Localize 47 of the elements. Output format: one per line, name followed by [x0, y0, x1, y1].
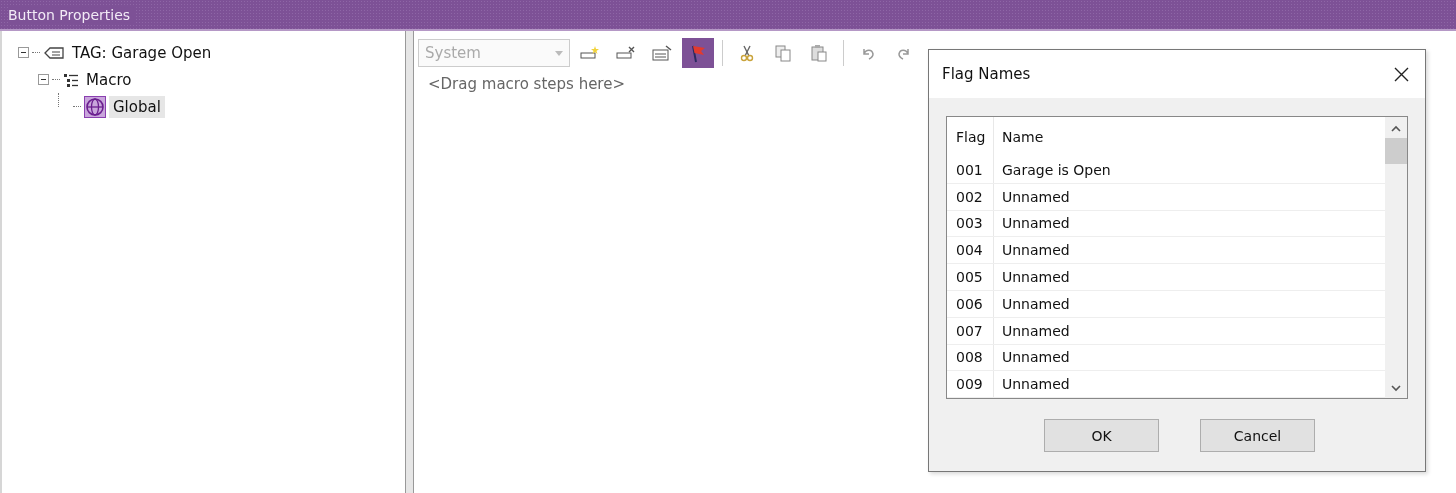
copy-icon	[774, 44, 792, 62]
list-icon	[63, 71, 79, 88]
column-header[interactable]: Flag	[947, 117, 994, 157]
table-cell: 002	[947, 183, 994, 210]
dialog-title: Flag Names	[942, 65, 1031, 83]
collapse-toggle[interactable]	[18, 47, 29, 58]
scroll-down-icon	[1391, 385, 1401, 392]
add-item-icon	[580, 45, 600, 61]
table-cell-text: Unnamed	[1001, 295, 1070, 312]
table-cell-text: Unnamed	[1001, 269, 1070, 286]
column-header[interactable]: Name	[994, 129, 1044, 145]
table-cell: 005	[947, 264, 994, 290]
scissors-icon	[739, 44, 755, 62]
table-cell-text: Unnamed	[1001, 215, 1070, 232]
table-cell: 008	[947, 344, 994, 371]
dialog-button[interactable]: Cancel	[1200, 419, 1315, 452]
table-cell-text: Unnamed	[1001, 376, 1070, 393]
table-cell: 006	[947, 291, 994, 317]
tree-item[interactable]: Macro	[82, 68, 136, 91]
tree-item[interactable]: Global	[109, 95, 165, 118]
tree-item[interactable]: TAG: Garage Open	[68, 41, 216, 64]
dialog-button[interactable]: OK	[1044, 419, 1159, 452]
scroll-thumb[interactable]	[1385, 138, 1407, 164]
clipboard-icon	[810, 44, 828, 62]
close-icon	[1394, 66, 1409, 82]
drop-hint: <Drag macro steps here>	[427, 74, 626, 95]
table-cell-text: Unnamed	[1001, 349, 1070, 366]
remove-item-icon	[616, 45, 636, 61]
scrollbar[interactable]	[1385, 117, 1407, 398]
tag-icon	[43, 45, 65, 60]
globe-icon	[84, 95, 106, 118]
table-cell: 007	[947, 317, 994, 344]
table-cell-text: Unnamed	[1001, 242, 1070, 259]
collapse-toggle[interactable]	[38, 74, 49, 85]
table-cell: 004	[947, 237, 994, 264]
edit-item-icon	[652, 45, 672, 61]
table-cell-text: Unnamed	[1001, 188, 1070, 205]
table-cell-text: Unnamed	[1001, 322, 1070, 339]
toolbar-button[interactable]	[682, 38, 714, 68]
table-cell: 001	[947, 157, 994, 183]
table-cell: 003	[947, 210, 994, 237]
table-cell: 009	[947, 371, 994, 398]
window-title: Button Properties	[8, 6, 135, 23]
splitter[interactable]	[405, 31, 414, 493]
scroll-up-icon	[1391, 125, 1401, 132]
table-cell-text: Garage is Open	[1001, 161, 1111, 178]
dropdown-arrow-icon	[555, 50, 563, 56]
